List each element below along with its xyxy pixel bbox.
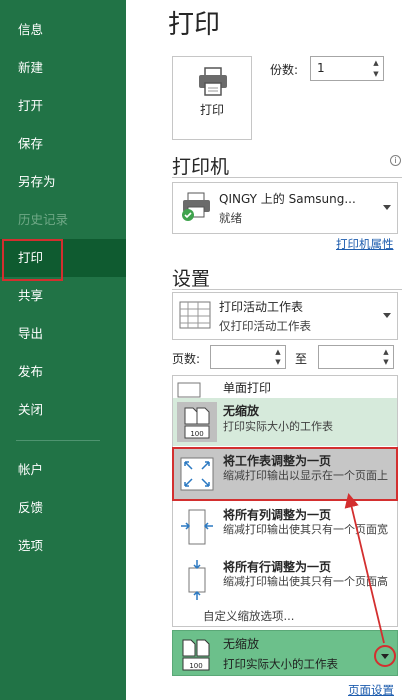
scaling-select-desc: 打印实际大小的工作表 <box>223 657 338 671</box>
copies-label: 份数: <box>270 63 299 77</box>
pages-label: 页数: <box>172 352 201 366</box>
scaling-select[interactable]: 100 无缩放 打印实际大小的工作表 <box>172 630 398 676</box>
worksheet-icon <box>179 301 211 329</box>
fit-rows-icon <box>188 560 206 600</box>
no-scaling-icon: 100 <box>177 402 217 442</box>
printer-properties-link[interactable]: 打印机属性 <box>336 236 394 252</box>
printer-status: 就绪 <box>219 211 242 225</box>
nav-feedback[interactable]: 反馈 <box>0 489 126 527</box>
nav-divider <box>16 440 100 441</box>
nav-share[interactable]: 共享 <box>0 277 126 315</box>
page-setup-link[interactable]: 页面设置 <box>348 682 394 698</box>
copies-value: 1 <box>317 61 325 75</box>
nav-save-as[interactable]: 另存为 <box>0 163 126 201</box>
print-scope-select[interactable]: 打印活动工作表 仅打印活动工作表 <box>172 292 398 340</box>
nav-info[interactable]: 信息 <box>0 11 126 49</box>
printer-heading: 打印机 <box>172 156 230 178</box>
pages-to-input[interactable]: ▲ ▼ <box>318 345 394 369</box>
print-pane: 打印 打印 份数: 1 ▲ ▼ 打印机 i QINGY 上的 Samsung..… <box>126 0 413 700</box>
print-scope-sub: 仅打印活动工作表 <box>219 319 311 333</box>
option-fit-columns-desc: 缩减打印输出使其只有一个页面宽 <box>223 523 388 536</box>
scaling-dropdown-panel: 单面打印 100 无缩放 打印实际大小的工作表 将工作表调整为一页 缩减打印输出… <box>172 375 398 627</box>
spin-up-icon[interactable]: ▲ <box>371 58 381 68</box>
pages-to-label: 至 <box>295 352 308 366</box>
svg-text:100: 100 <box>190 430 203 438</box>
settings-divider <box>172 289 402 290</box>
nav-options[interactable]: 选项 <box>0 527 126 565</box>
nav-history: 历史记录 <box>18 212 69 227</box>
option-fit-rows[interactable]: 将所有行调整为一页 缩减打印输出使其只有一个页面高 <box>173 554 397 606</box>
spin-down-icon[interactable]: ▼ <box>371 69 381 79</box>
nav-export[interactable]: 导出 <box>0 315 126 353</box>
partial-menu-item[interactable]: 单面打印 <box>173 376 397 398</box>
option-fit-sheet[interactable]: 将工作表调整为一页 缩减打印输出以显示在一个页面上 <box>172 447 398 501</box>
spin-down-icon[interactable]: ▼ <box>273 357 283 367</box>
print-scope-title: 打印活动工作表 <box>219 300 304 314</box>
nav-new[interactable]: 新建 <box>0 49 126 87</box>
settings-heading: 设置 <box>172 268 211 290</box>
option-no-scaling-desc: 打印实际大小的工作表 <box>223 420 333 433</box>
print-button[interactable]: 打印 <box>172 56 252 140</box>
chevron-down-icon <box>383 313 391 318</box>
spin-down-icon[interactable]: ▼ <box>381 357 391 367</box>
printer-icon <box>199 67 227 96</box>
scaling-select-title: 无缩放 <box>223 637 260 651</box>
copies-input[interactable]: 1 ▲ ▼ <box>310 56 384 81</box>
nav-open[interactable]: 打开 <box>0 87 126 125</box>
nav-publish[interactable]: 发布 <box>0 353 126 391</box>
printer-name: QINGY 上的 Samsung... <box>219 192 356 206</box>
print-button-label: 打印 <box>199 103 224 117</box>
custom-scaling-options-link[interactable]: 自定义缩放选项... <box>203 608 294 624</box>
fit-sheet-icon <box>180 457 214 491</box>
nav-close[interactable]: 关闭 <box>0 391 126 429</box>
partial-menu-label: 单面打印 <box>223 381 272 395</box>
option-fit-columns[interactable]: 将所有列调整为一页 缩减打印输出使其只有一个页面宽 <box>173 502 397 554</box>
printer-select[interactable]: QINGY 上的 Samsung... 就绪 <box>172 182 398 234</box>
option-fit-columns-title: 将所有列调整为一页 <box>223 508 332 522</box>
option-fit-rows-desc: 缩减打印输出使其只有一个页面高 <box>223 575 388 588</box>
option-no-scaling[interactable]: 100 无缩放 打印实际大小的工作表 <box>173 398 397 446</box>
nav-account[interactable]: 帐户 <box>0 451 126 489</box>
nav-print[interactable]: 打印 <box>0 239 126 281</box>
spin-up-icon[interactable]: ▲ <box>273 347 283 357</box>
nav-save[interactable]: 保存 <box>0 125 126 163</box>
chevron-down-icon[interactable] <box>381 654 389 659</box>
backstage-sidebar: 信息 新建 打开 保存 另存为 历史记录 打印 共享 导出 发布 关闭 帐户 反… <box>0 0 126 700</box>
option-no-scaling-title: 无缩放 <box>223 404 260 418</box>
printer-status-icon <box>182 192 210 221</box>
option-fit-sheet-desc: 缩减打印输出以显示在一个页面上 <box>223 469 388 482</box>
no-scaling-icon: 100 <box>182 639 210 671</box>
one-sided-icon <box>177 382 201 398</box>
spin-up-icon[interactable]: ▲ <box>381 347 391 357</box>
fit-columns-icon <box>181 509 213 545</box>
chevron-down-icon <box>383 205 391 210</box>
option-fit-rows-title: 将所有行调整为一页 <box>223 560 332 574</box>
info-icon[interactable]: i <box>390 155 401 166</box>
svg-text:100: 100 <box>189 662 202 670</box>
pages-from-input[interactable]: ▲ ▼ <box>210 345 286 369</box>
printer-divider <box>172 177 402 178</box>
page-title: 打印 <box>168 10 221 40</box>
option-fit-sheet-title: 将工作表调整为一页 <box>223 454 332 468</box>
